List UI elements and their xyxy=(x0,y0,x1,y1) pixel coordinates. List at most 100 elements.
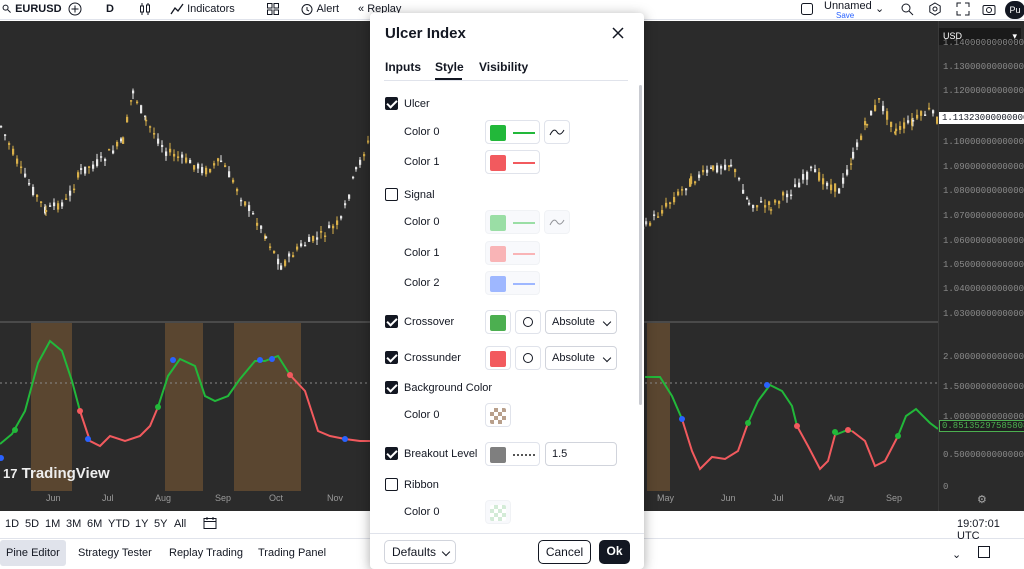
interval-button[interactable]: D xyxy=(106,0,114,20)
range-button-5d[interactable]: 5D xyxy=(25,518,39,530)
breakout-level-input[interactable]: 1.5 xyxy=(545,442,617,466)
candle-body xyxy=(28,182,31,185)
crossunder-checkbox[interactable] xyxy=(385,351,398,364)
crossunder-shape-button[interactable] xyxy=(515,346,541,370)
signal-checkbox[interactable] xyxy=(385,188,398,201)
add-symbol-button[interactable] xyxy=(68,0,82,20)
candle-body xyxy=(742,189,745,194)
indicators-button[interactable]: Indicators xyxy=(170,0,235,20)
breakout-style-picker[interactable] xyxy=(485,442,540,466)
crossunder-mode-select[interactable]: Absolute xyxy=(545,346,617,370)
candle-body xyxy=(802,174,805,180)
cross-marker xyxy=(287,372,293,378)
layout-name[interactable]: Unnamed Save xyxy=(824,1,872,21)
collapse-chevron-icon[interactable]: ⌄ xyxy=(952,548,961,561)
tab-style[interactable]: Style xyxy=(435,60,464,74)
tab-divider xyxy=(384,80,628,81)
close-icon[interactable] xyxy=(610,25,626,41)
candle-body xyxy=(716,165,719,173)
color0-label: Color 0 xyxy=(404,409,440,421)
cross-marker xyxy=(155,404,161,410)
candle-body xyxy=(284,260,287,266)
crossover-checkbox[interactable] xyxy=(385,315,398,328)
candle-body xyxy=(269,246,272,248)
range-button-6m[interactable]: 6M xyxy=(87,518,102,530)
ulcer-color0-picker[interactable] xyxy=(485,120,540,144)
bottom-tab-replay-trading[interactable]: Replay Trading xyxy=(163,540,249,566)
bottom-tab-strategy-tester[interactable]: Strategy Tester xyxy=(72,540,158,566)
range-button-all[interactable]: All xyxy=(174,518,186,530)
range-button-3m[interactable]: 3M xyxy=(66,518,81,530)
ulcer-line-red xyxy=(851,430,899,468)
background-checkbox[interactable] xyxy=(385,381,398,394)
tab-inputs[interactable]: Inputs xyxy=(385,60,421,74)
ulcer-color1-picker[interactable] xyxy=(485,150,540,174)
candle-body xyxy=(786,193,789,198)
ulcer-checkbox[interactable] xyxy=(385,97,398,110)
symbol-search[interactable]: EURUSD xyxy=(2,0,62,20)
layout-menu-chevron[interactable]: ⌄ xyxy=(875,0,884,20)
crossunder-color-picker[interactable] xyxy=(485,346,511,370)
plot-style-button[interactable] xyxy=(544,210,570,234)
candle-body xyxy=(690,176,693,184)
crossover-shape-button[interactable] xyxy=(515,310,541,334)
bottom-tab-pine-editor[interactable]: Pine Editor xyxy=(0,540,66,566)
tab-visibility[interactable]: Visibility xyxy=(479,60,528,74)
range-button-ytd[interactable]: YTD xyxy=(108,518,130,530)
range-button-1y[interactable]: 1Y xyxy=(135,518,148,530)
chart-type-button[interactable] xyxy=(138,0,152,20)
range-button-5y[interactable]: 5Y xyxy=(154,518,167,530)
clock-label[interactable]: 19:07:01 UTC xyxy=(957,518,1024,542)
price-axis-label: 1.04000000000000 xyxy=(943,284,1024,294)
ulcer-line-red xyxy=(289,374,370,442)
background-color-picker[interactable] xyxy=(485,403,511,427)
candle-body xyxy=(363,154,366,157)
maximize-icon[interactable] xyxy=(978,546,990,558)
avatar[interactable]: Pu xyxy=(1005,1,1024,19)
time-axis-label: Aug xyxy=(828,493,845,503)
cross-marker xyxy=(0,455,4,461)
ribbon-checkbox[interactable] xyxy=(385,478,398,491)
alert-button[interactable]: Alert xyxy=(300,0,339,20)
ok-button[interactable]: Ok xyxy=(599,540,630,564)
signal-color2-picker[interactable] xyxy=(485,271,540,295)
signal-color0-picker[interactable] xyxy=(485,210,540,234)
breakout-checkbox[interactable] xyxy=(385,447,398,460)
plot-style-button[interactable] xyxy=(544,120,570,144)
price-axis-label: 1.50000000000000 xyxy=(943,382,1024,392)
dialog-scrollbar[interactable] xyxy=(639,85,642,405)
defaults-dropdown[interactable]: Defaults xyxy=(384,540,456,564)
bottom-tab-trading-panel[interactable]: Trading Panel xyxy=(252,540,332,566)
candle-body xyxy=(157,138,160,144)
candle-body xyxy=(217,158,220,162)
candle-body xyxy=(197,163,200,169)
calendar-icon[interactable] xyxy=(203,516,217,533)
crossover-mode-select[interactable]: Absolute xyxy=(545,310,617,334)
crossover-color-picker[interactable] xyxy=(485,310,511,334)
fullscreen-button[interactable] xyxy=(956,0,970,20)
range-button-1d[interactable]: 1D xyxy=(5,518,19,530)
snapshot-button[interactable] xyxy=(982,0,996,20)
layout-toggle[interactable] xyxy=(800,0,814,20)
quick-search-button[interactable] xyxy=(900,0,914,20)
ribbon-color-picker[interactable] xyxy=(485,500,511,524)
candle-body xyxy=(260,225,263,229)
candle-body xyxy=(61,202,64,207)
ulcer-line-red xyxy=(79,406,159,448)
candle-body xyxy=(228,171,231,178)
candle-body xyxy=(328,225,331,229)
candle-body xyxy=(874,105,877,111)
candle-body xyxy=(886,111,889,120)
price-axis[interactable]: USD ▾ 1.14000000000000 1.13000000000000 1.… xyxy=(938,21,1024,511)
signal-color1-picker[interactable] xyxy=(485,241,540,265)
axis-settings-gear-icon[interactable]: ⚙ xyxy=(977,493,987,506)
cross-marker xyxy=(832,429,838,435)
templates-button[interactable] xyxy=(266,0,280,20)
range-button-1m[interactable]: 1M xyxy=(45,518,60,530)
settings-button[interactable] xyxy=(928,0,942,20)
candle-body xyxy=(920,111,923,116)
cancel-button[interactable]: Cancel xyxy=(538,540,591,564)
rewind-icon: « xyxy=(358,3,365,15)
candle-body xyxy=(870,110,873,116)
candle-body xyxy=(16,158,19,164)
